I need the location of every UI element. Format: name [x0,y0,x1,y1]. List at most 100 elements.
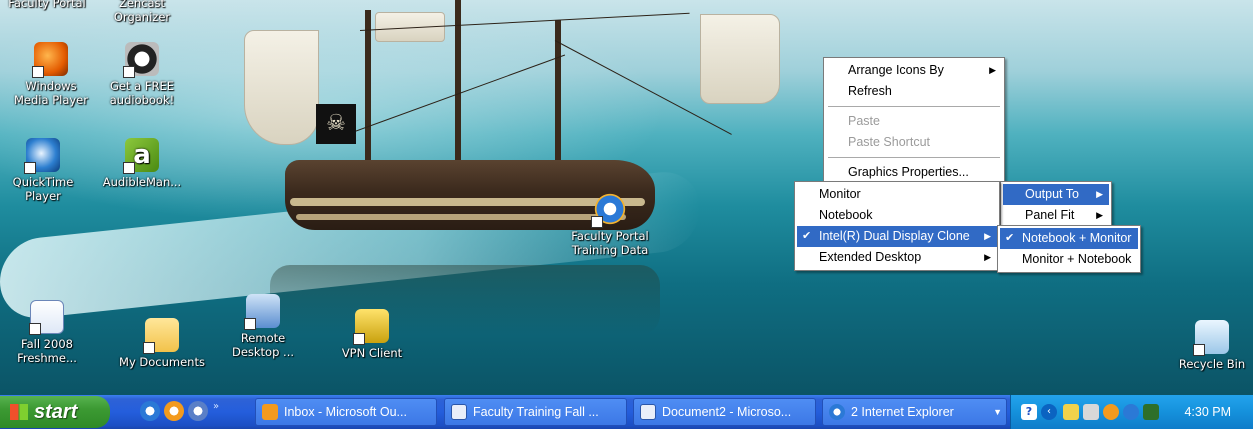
desktop-icon-label: Recycle Bin [1178,357,1246,371]
submenu-arrow-icon: ▶ [1096,189,1103,199]
quicklaunch-internet-explorer-icon[interactable] [140,401,160,421]
ship-mast [365,10,371,170]
taskbar-button-inbox[interactable]: Inbox - Microsoft Ou... [255,398,437,426]
menu-item-label: Intel(R) Dual Display Clone [819,229,970,243]
menu-item-paste[interactable]: Paste [826,111,1002,132]
menu-item-label: Notebook [819,208,873,222]
outlook-icon [262,404,278,420]
menu-item-output-to[interactable]: Output To ▶ [1003,184,1109,205]
desktop-icon-recycle-bin[interactable]: Recycle Bin [1165,320,1253,371]
taskbar-button-label: Document2 - Microso... [662,405,792,419]
menu-item-monitor[interactable]: Monitor [797,184,997,205]
quicklaunch-outlook-icon[interactable] [164,401,184,421]
ship-sail [700,14,780,104]
desktop-icon-label: QuickTime Player [12,175,74,203]
quicklaunch-desktop-icon[interactable] [188,401,208,421]
pirate-flag: ☠ [316,104,356,144]
menu-item-label: Monitor + Notebook [1022,252,1132,266]
menu-item-label: Graphics Properties... [848,165,969,179]
audiobook-icon [123,42,159,78]
graphics-tray-icon[interactable] [1143,404,1159,420]
desktop-icon-faculty-portal[interactable]: Faculty Portal [0,0,94,10]
desktop-icon-label: Zencast Organizer [113,0,171,24]
desktop-icon-faculty-portal-training[interactable]: Faculty Portal Training Data [562,192,658,257]
taskbar-button-faculty-training[interactable]: Faculty Training Fall ... [444,398,627,426]
group-dropdown-icon: ▼ [993,407,1002,417]
word-icon [640,404,656,420]
taskbar-button-label: Inbox - Microsoft Ou... [284,405,407,419]
menu-item-label: Output To [1025,187,1079,201]
desktop-icon-label: Faculty Portal Training Data [571,229,649,257]
network-icon[interactable] [1123,404,1139,420]
dual-display-clone-submenu: ✔ Notebook + Monitor Monitor + Notebook [997,225,1141,273]
desktop-icon-quicktime[interactable]: QuickTime Player [0,138,90,203]
menu-item-notebook[interactable]: Notebook [797,205,997,226]
desktop-icon-zencast[interactable]: Zencast Organizer [95,0,189,24]
menu-item-extended-desktop[interactable]: Extended Desktop ▶ [797,247,997,268]
menu-item-label: Paste [848,114,880,128]
output-to-submenu: Monitor Notebook ✔ Intel(R) Dual Display… [794,181,1000,271]
menu-item-label: Panel Fit [1025,208,1075,222]
desktop-icon-label: Fall 2008 Freshme... [17,337,77,365]
internet-explorer-icon [591,192,627,228]
mail-icon[interactable] [1063,404,1079,420]
quicklaunch-overflow-icon[interactable]: » [213,401,219,412]
help-icon[interactable]: ? [1021,404,1037,420]
submenu-arrow-icon: ▶ [984,252,991,262]
menu-item-graphics-properties[interactable]: Graphics Properties... [826,162,1002,183]
menu-item-monitor-notebook[interactable]: Monitor + Notebook [1000,249,1138,270]
menu-item-arrange-icons-by[interactable]: Arrange Icons By ▶ [826,60,1002,81]
submenu-arrow-icon: ▶ [984,231,991,241]
desktop-icon-fall-2008[interactable]: Fall 2008 Freshme... [0,300,94,365]
desktop-icon-label: AudibleMan... [102,175,182,189]
menu-item-label: Arrange Icons By [848,63,944,77]
tray-collapse-icon[interactable]: ‹ [1041,404,1057,420]
desktop-icon-audiblemanager[interactable]: a AudibleMan... [95,138,189,189]
taskbar-button-document2[interactable]: Document2 - Microso... [633,398,816,426]
desktop-icon-audiobook[interactable]: Get a FREE audiobook! [95,42,189,107]
menu-item-dual-display-clone[interactable]: ✔ Intel(R) Dual Display Clone ▶ [797,226,997,247]
desktop[interactable]: ☠ Faculty Portal Zencast Organizer Windo… [0,0,1253,395]
menu-item-label: Paste Shortcut [848,135,930,149]
desktop-icon-label: Faculty Portal [8,0,86,10]
desktop-icon-remote-desktop[interactable]: Remote Desktop ... [216,294,310,359]
desktop-context-menu: Arrange Icons By ▶ Refresh Paste Paste S… [823,57,1005,186]
windows-media-player-icon [32,42,68,78]
printer-icon[interactable] [1083,404,1099,420]
desktop-icon-windows-media-player[interactable]: Windows Media Player [4,42,98,107]
taskbar: start » Inbox - Microsoft Ou... Faculty … [0,395,1253,429]
checkmark-icon: ✔ [802,230,812,242]
desktop-icon-vpn-client[interactable]: VPN Client [325,309,419,360]
desktop-icon-label: Windows Media Player [14,79,88,107]
internet-explorer-icon [829,404,845,420]
windows-logo-icon [10,404,28,420]
desktop-icon-label: Get a FREE audiobook! [109,79,175,107]
start-label: start [34,401,78,423]
menu-item-label: Refresh [848,84,892,98]
menu-item-label: Extended Desktop [819,250,922,264]
menu-item-notebook-monitor[interactable]: ✔ Notebook + Monitor [1000,228,1138,249]
menu-item-paste-shortcut[interactable]: Paste Shortcut [826,132,1002,153]
desktop-icon-label: VPN Client [341,346,403,360]
quicktime-icon [24,138,60,174]
recycle-bin-icon [1193,320,1229,356]
taskbar-button-internet-explorer-group[interactable]: 2 Internet Explorer ▼ [822,398,1007,426]
my-documents-icon [143,318,179,354]
menu-separator [828,157,1000,158]
submenu-arrow-icon: ▶ [989,65,996,75]
menu-separator [828,106,1000,107]
desktop-icon-label: Remote Desktop ... [231,331,295,359]
menu-item-panel-fit[interactable]: Panel Fit ▶ [1003,205,1109,226]
checkmark-icon: ✔ [1005,232,1015,244]
menu-item-refresh[interactable]: Refresh [826,81,1002,102]
word-icon [451,404,467,420]
desktop-icon-my-documents[interactable]: My Documents [115,318,209,369]
audible-manager-icon: a [123,138,159,174]
clock[interactable]: 4:30 PM [1184,395,1231,429]
word-document-icon [29,300,64,335]
outlook-tray-icon[interactable] [1103,404,1119,420]
graphics-options-submenu: Output To ▶ Panel Fit ▶ [1000,181,1112,229]
start-button[interactable]: start [0,396,110,428]
menu-item-label: Monitor [819,187,861,201]
submenu-arrow-icon: ▶ [1096,210,1103,220]
